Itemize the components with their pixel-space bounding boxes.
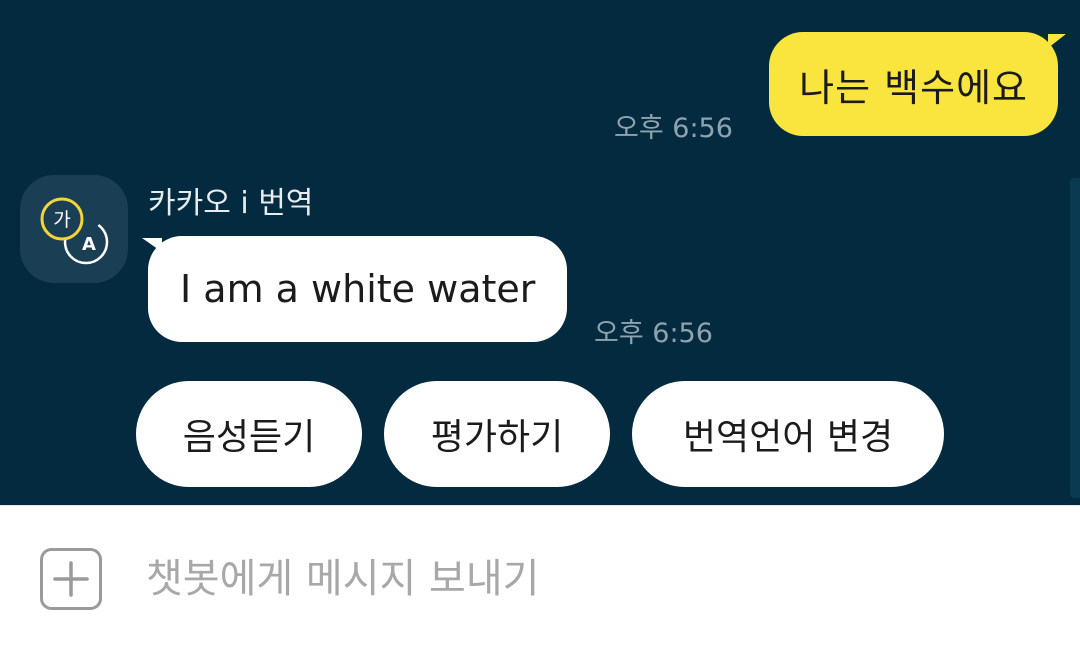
incoming-message-time: 오후 6:56 [594, 318, 713, 349]
outgoing-message-bubble[interactable]: 나는 백수에요 [769, 32, 1058, 136]
scrollbar[interactable] [1070, 178, 1080, 498]
rate-button[interactable]: 평가하기 [384, 381, 610, 487]
outgoing-message-time: 오후 6:56 [614, 113, 733, 144]
outgoing-message-text: 나는 백수에요 [799, 65, 1028, 110]
message-input[interactable] [146, 542, 1026, 616]
bot-avatar[interactable]: 가 A [20, 175, 128, 283]
listen-voice-button[interactable]: 음성듣기 [136, 381, 362, 487]
incoming-message-bubble[interactable]: I am a white water [148, 236, 568, 342]
incoming-message-text: I am a white water [180, 267, 536, 311]
translate-icon: 가 A [40, 197, 109, 265]
bot-name: 카카오 i 번역 [148, 186, 314, 221]
chat-area[interactable]: 나는 백수에요 오후 6:56 가 A 카카오 i 번역 I am a whit… [0, 0, 1080, 505]
message-input-bar [0, 505, 1080, 650]
quick-reply-row: 음성듣기 평가하기 번역언어 변경 [136, 381, 944, 487]
avatar-glyph-top: 가 [53, 209, 70, 231]
avatar-glyph-bottom: A [82, 234, 96, 255]
change-language-button[interactable]: 번역언어 변경 [632, 381, 944, 487]
plus-icon[interactable] [40, 548, 102, 610]
